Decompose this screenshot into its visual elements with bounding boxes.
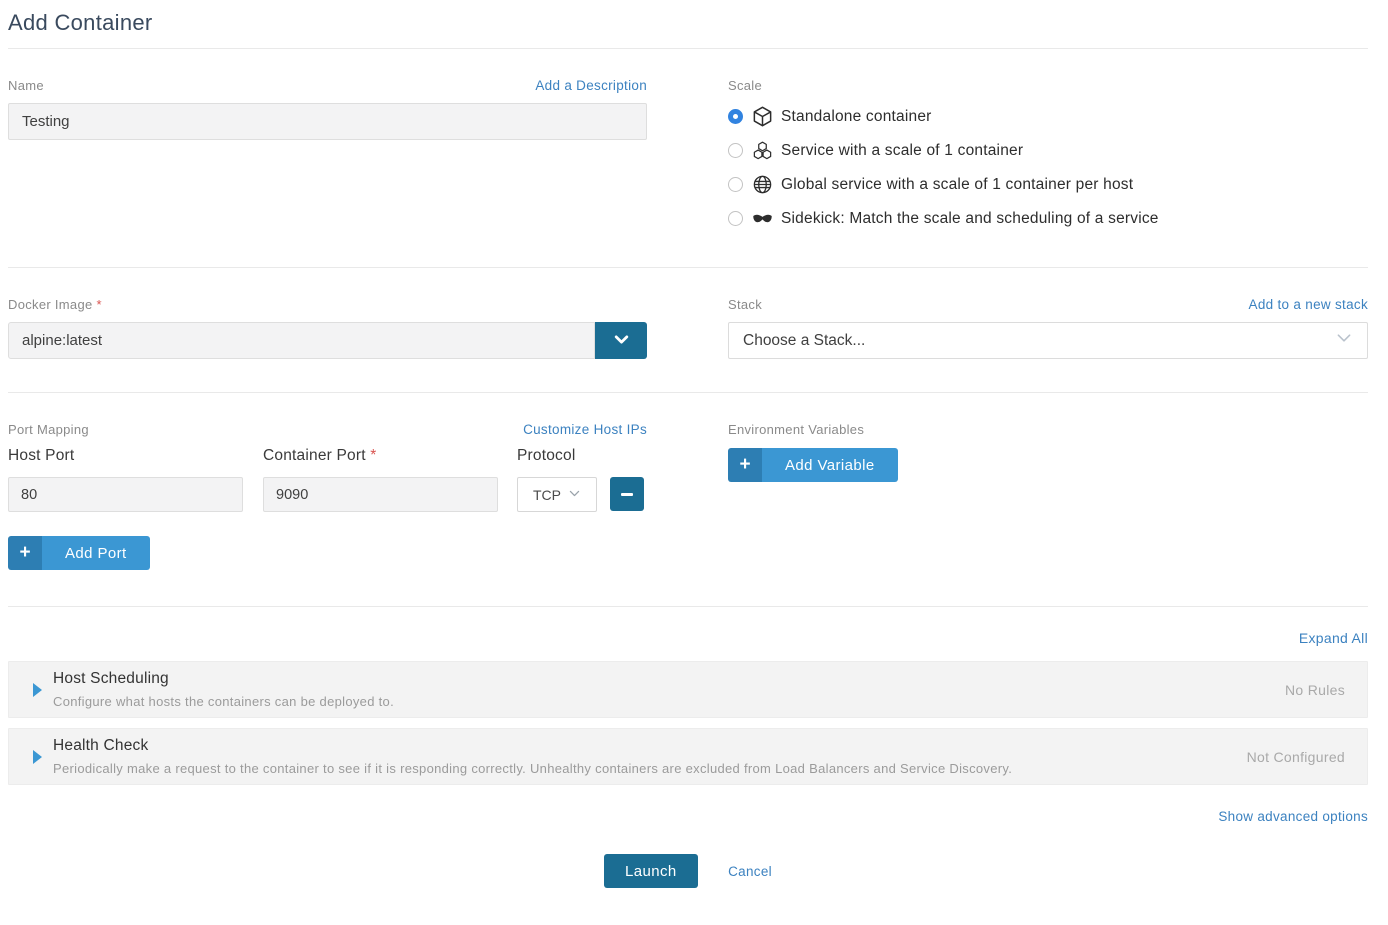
show-advanced-options-link[interactable]: Show advanced options <box>1218 809 1368 824</box>
page-title: Add Container <box>8 0 1368 48</box>
scale-option-sidekick[interactable]: Sidekick: Match the scale and scheduling… <box>728 208 1368 229</box>
environment-variables-column: Environment Variables + Add Variable <box>728 422 1368 570</box>
health-check-title: Health Check <box>53 737 1217 755</box>
radio-sidekick[interactable] <box>728 211 743 226</box>
host-scheduling-status: No Rules <box>1285 682 1345 698</box>
name-label: Name <box>8 78 44 93</box>
scale-label: Scale <box>728 78 762 93</box>
footer-actions: Launch Cancel <box>8 840 1368 888</box>
host-scheduling-section[interactable]: Host Scheduling Configure what hosts the… <box>8 661 1368 718</box>
service-cubes-icon <box>752 140 773 161</box>
name-input[interactable] <box>8 103 647 140</box>
caret-right-icon <box>33 750 42 764</box>
port-mapping-column: Port Mapping Customize Host IPs Host Por… <box>8 422 647 570</box>
health-check-description: Periodically make a request to the conta… <box>53 761 1217 776</box>
mask-icon <box>752 208 773 229</box>
add-port-button[interactable]: + Add Port <box>8 536 150 570</box>
radio-service[interactable] <box>728 143 743 158</box>
container-port-group: Container Port * <box>263 447 498 512</box>
chevron-down-icon <box>1335 329 1353 352</box>
image-stack-section: Docker Image * Stack Add to a new stack <box>8 268 1368 392</box>
caret-right-icon <box>33 683 42 697</box>
launch-button[interactable]: Launch <box>604 854 698 888</box>
add-variable-label: Add Variable <box>762 448 898 482</box>
add-container-form: Add Container Name Add a Description Sca… <box>0 0 1388 888</box>
scale-option-service[interactable]: Service with a scale of 1 container <box>728 140 1368 161</box>
accordion-text: Host Scheduling Configure what hosts the… <box>53 670 1285 709</box>
add-description-link[interactable]: Add a Description <box>535 78 647 93</box>
cube-icon <box>752 106 773 127</box>
name-column: Name Add a Description <box>8 78 647 229</box>
stack-select-value: Choose a Stack... <box>743 332 865 350</box>
stack-column: Stack Add to a new stack Choose a Stack.… <box>728 297 1368 359</box>
health-check-status: Not Configured <box>1247 749 1345 765</box>
health-check-section[interactable]: Health Check Periodically make a request… <box>8 728 1368 785</box>
scale-option-label: Standalone container <box>781 108 932 126</box>
protocol-label: Protocol <box>517 447 644 465</box>
docker-image-label: Docker Image * <box>8 297 102 312</box>
remove-port-button[interactable] <box>610 477 644 511</box>
radio-standalone[interactable] <box>728 109 743 124</box>
scale-option-label: Sidekick: Match the scale and scheduling… <box>781 210 1159 228</box>
ports-env-section: Port Mapping Customize Host IPs Host Por… <box>8 393 1368 606</box>
host-scheduling-description: Configure what hosts the containers can … <box>53 694 1255 709</box>
protocol-select-value: TCP <box>533 487 561 503</box>
minus-icon <box>621 493 633 496</box>
scale-option-label: Service with a scale of 1 container <box>781 142 1023 160</box>
environment-variables-label: Environment Variables <box>728 422 864 437</box>
protocol-select[interactable]: TCP <box>517 477 597 512</box>
add-variable-button[interactable]: + Add Variable <box>728 448 898 482</box>
container-port-label: Container Port * <box>263 447 498 465</box>
chevron-down-icon <box>613 331 630 351</box>
name-scale-section: Name Add a Description Scale Standalone … <box>8 49 1368 267</box>
scale-option-global[interactable]: Global service with a scale of 1 contain… <box>728 174 1368 195</box>
container-port-input[interactable] <box>263 477 498 512</box>
plus-icon: + <box>8 536 42 570</box>
expand-all-link[interactable]: Expand All <box>1299 630 1368 646</box>
chevron-down-icon <box>568 487 581 503</box>
required-asterisk: * <box>370 447 376 464</box>
stack-select[interactable]: Choose a Stack... <box>728 322 1368 359</box>
port-mapping-label: Port Mapping <box>8 422 89 437</box>
host-port-label: Host Port <box>8 447 243 465</box>
protocol-group: Protocol TCP <box>517 447 644 512</box>
scale-option-standalone[interactable]: Standalone container <box>728 106 1368 127</box>
add-new-stack-link[interactable]: Add to a new stack <box>1249 297 1368 312</box>
plus-icon: + <box>728 448 762 482</box>
scale-column: Scale Standalone container <box>728 78 1368 229</box>
required-asterisk: * <box>96 297 101 312</box>
cancel-link[interactable]: Cancel <box>728 864 772 879</box>
radio-global[interactable] <box>728 177 743 192</box>
globe-icon <box>752 174 773 195</box>
docker-image-column: Docker Image * <box>8 297 647 359</box>
scale-option-label: Global service with a scale of 1 contain… <box>781 176 1133 194</box>
docker-image-input[interactable] <box>8 322 595 359</box>
host-port-input[interactable] <box>8 477 243 512</box>
customize-host-ips-link[interactable]: Customize Host IPs <box>523 422 647 437</box>
image-dropdown-button[interactable] <box>595 322 647 359</box>
host-port-group: Host Port <box>8 447 243 512</box>
stack-label: Stack <box>728 297 762 312</box>
add-port-label: Add Port <box>42 536 150 570</box>
accordion-text: Health Check Periodically make a request… <box>53 737 1247 776</box>
host-scheduling-title: Host Scheduling <box>53 670 1255 688</box>
